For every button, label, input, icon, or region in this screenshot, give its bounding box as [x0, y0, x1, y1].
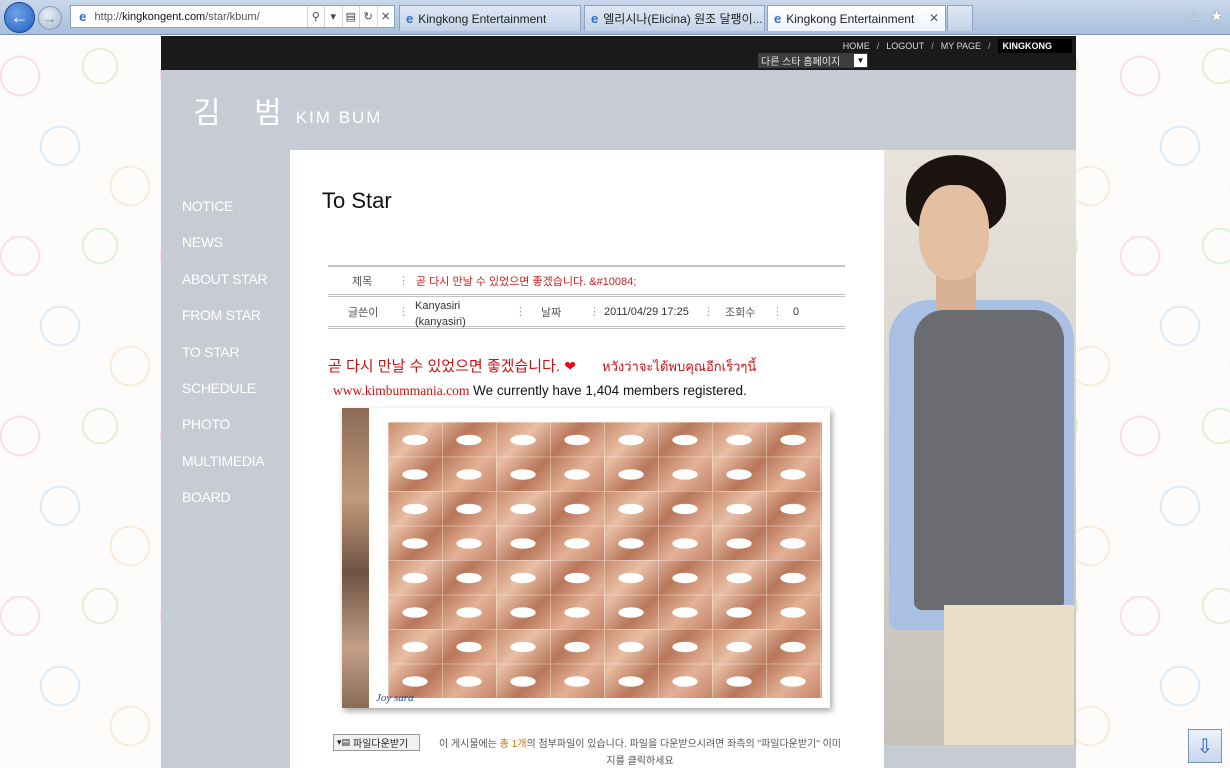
file-download-button[interactable]: ▾▤ 파일다운받기: [333, 734, 420, 751]
search-icon[interactable]: ⚲: [306, 6, 325, 27]
star-photo: [884, 150, 1076, 745]
post-meta-table: 제목 ⋮ 곧 다시 만날 수 있었으면 좋겠습니다. &#10084; 글쓴이 …: [328, 265, 845, 329]
ie-tab-icon: e: [774, 11, 782, 26]
ie-tab-icon: e: [406, 11, 414, 26]
tab-kingkong-1[interactable]: e Kingkong Entertainment: [399, 5, 581, 31]
sidebar-item-photo[interactable]: PHOTO: [182, 416, 267, 452]
date-value: 2011/04/29 17:25: [604, 305, 689, 318]
meta-row-subject: 제목 ⋮ 곧 다시 만날 수 있었으면 좋겠습니다. &#10084;: [328, 265, 845, 297]
meta-row-info: 글쓴이 ⋮ Kanyasiri (kanyasiri) ⋮ 날짜 ⋮ 2011/0…: [328, 297, 845, 329]
sidebar-item-from-star[interactable]: FROM STAR: [182, 307, 267, 343]
new-tab-button[interactable]: [947, 5, 973, 31]
photo-pants: [944, 605, 1074, 745]
side-nav: NOTICE NEWS ABOUT STAR FROM STAR TO STAR…: [182, 198, 267, 526]
heart-icon: ❤: [564, 358, 576, 374]
sidebar-item-multimedia[interactable]: MULTIMEDIA: [182, 453, 267, 489]
meta-divider: ⋮: [398, 306, 409, 318]
nav-separator: /: [987, 41, 991, 51]
site-title[interactable]: 김 범 KIM BUM: [193, 88, 382, 132]
meta-divider: ⋮: [398, 275, 409, 287]
address-bar[interactable]: e http://kingkongent.com/star/kbum/ ⚲ ▾ …: [70, 5, 395, 28]
sidebar-item-schedule[interactable]: SCHEDULE: [182, 380, 267, 416]
nav-kingkong-link[interactable]: KINGKONG: [997, 39, 1072, 53]
members-text: We currently have 1,404 members register…: [469, 383, 747, 398]
compat-view-icon[interactable]: ▤: [341, 6, 360, 27]
author-label: 글쓴이: [348, 306, 379, 319]
post-body-title: 곧 다시 만날 수 있었으면 좋겠습니다. ❤: [328, 358, 576, 375]
download-icon: ▾▤: [337, 737, 351, 747]
collage-side-strip: [342, 408, 369, 708]
browser-toolbar: ← → e http://kingkongent.com/star/kbum/ …: [0, 0, 1230, 35]
file-download-label: 파일다운받기: [353, 739, 409, 750]
scroll-down-icon[interactable]: ⇩: [1188, 729, 1222, 763]
page-title: To Star: [322, 188, 392, 213]
dropdown-icon[interactable]: ▾: [324, 6, 342, 27]
post-body-thai: หวังว่าจะได้พบคุณอีกเร็วๆนี้: [602, 359, 757, 374]
subject-label: 제목: [352, 275, 373, 288]
chevron-down-icon[interactable]: ▼: [854, 54, 867, 67]
site-container: HOME / LOGOUT / MY PAGE / KINGKONG 다른 스타…: [161, 36, 1076, 768]
meta-divider: ⋮: [703, 306, 714, 318]
subject-value: 곧 다시 만날 수 있었으면 좋겠습니다. &#10084;: [416, 275, 637, 288]
sidebar-item-board[interactable]: BOARD: [182, 489, 267, 525]
sidebar-item-to-star[interactable]: TO STAR: [182, 344, 267, 380]
smile-collage-image: Joy sara: [342, 408, 830, 708]
post-content: To Star 제목 ⋮ 곧 다시 만날 수 있었으면 좋겠습니다. &#100…: [290, 150, 884, 768]
date-label: 날짜: [541, 306, 562, 319]
author-value: Kanyasiri (kanyasiri): [415, 300, 466, 328]
nav-mypage-link[interactable]: MY PAGE: [941, 41, 981, 51]
collage-signature: Joy sara: [376, 692, 414, 704]
top-bar: HOME / LOGOUT / MY PAGE / KINGKONG 다른 스타…: [161, 36, 1076, 70]
sidebar-item-news[interactable]: NEWS: [182, 234, 267, 270]
back-arrow-icon[interactable]: ←: [4, 2, 35, 33]
views-label: 조회수: [725, 306, 756, 319]
collage-grid: [388, 422, 822, 698]
meta-divider: ⋮: [589, 306, 600, 318]
other-star-select-label: 다른 스타 홈페이지: [761, 57, 841, 68]
sidebar-item-notice[interactable]: NOTICE: [182, 198, 267, 234]
close-tab-icon[interactable]: ✕: [929, 11, 939, 25]
meta-divider: ⋮: [772, 306, 783, 318]
post-body-members: www.kimbummania.com We currently have 1,…: [333, 383, 747, 399]
sidebar-item-about-star[interactable]: ABOUT STAR: [182, 271, 267, 307]
nav-separator: /: [931, 41, 934, 51]
site-title-korean: 김 범: [193, 96, 294, 131]
nav-separator: /: [876, 41, 880, 51]
home-icon[interactable]: ⌂: [1189, 7, 1198, 24]
forward-arrow-icon[interactable]: →: [38, 6, 62, 30]
fan-site-link[interactable]: www.kimbummania.com: [333, 383, 469, 398]
meta-divider: ⋮: [515, 306, 526, 318]
top-nav: HOME / LOGOUT / MY PAGE / KINGKONG: [836, 39, 1072, 53]
attachment-note: 이 게시물에는 총 1개의 첨부파일이 있습니다. 파일을 다운받으시려면 좌측…: [438, 739, 842, 767]
photo-face: [919, 185, 989, 280]
ie-page-icon: e: [79, 9, 87, 24]
photo-vest: [914, 310, 1064, 610]
views-value: 0: [793, 305, 800, 318]
tab-elicina[interactable]: e 엘리시나(Elicina) 원조 달팽이...: [584, 5, 765, 31]
nav-home-link[interactable]: HOME: [843, 41, 870, 51]
page-background: HOME / LOGOUT / MY PAGE / KINGKONG 다른 스타…: [0, 36, 1230, 768]
site-title-english: KIM BUM: [295, 108, 383, 127]
tab-kingkong-active[interactable]: e Kingkong Entertainment ✕: [767, 5, 946, 31]
ie-tab-icon: e: [591, 11, 599, 26]
refresh-icon[interactable]: ↻: [359, 6, 377, 27]
stop-icon[interactable]: ✕: [376, 6, 395, 27]
address-url[interactable]: http://kingkongent.com/star/kbum/: [95, 11, 307, 23]
other-star-select[interactable]: 다른 스타 홈페이지 ▼: [758, 53, 868, 68]
star-icon[interactable]: ★: [1210, 7, 1223, 25]
nav-logout-link[interactable]: LOGOUT: [886, 41, 924, 51]
